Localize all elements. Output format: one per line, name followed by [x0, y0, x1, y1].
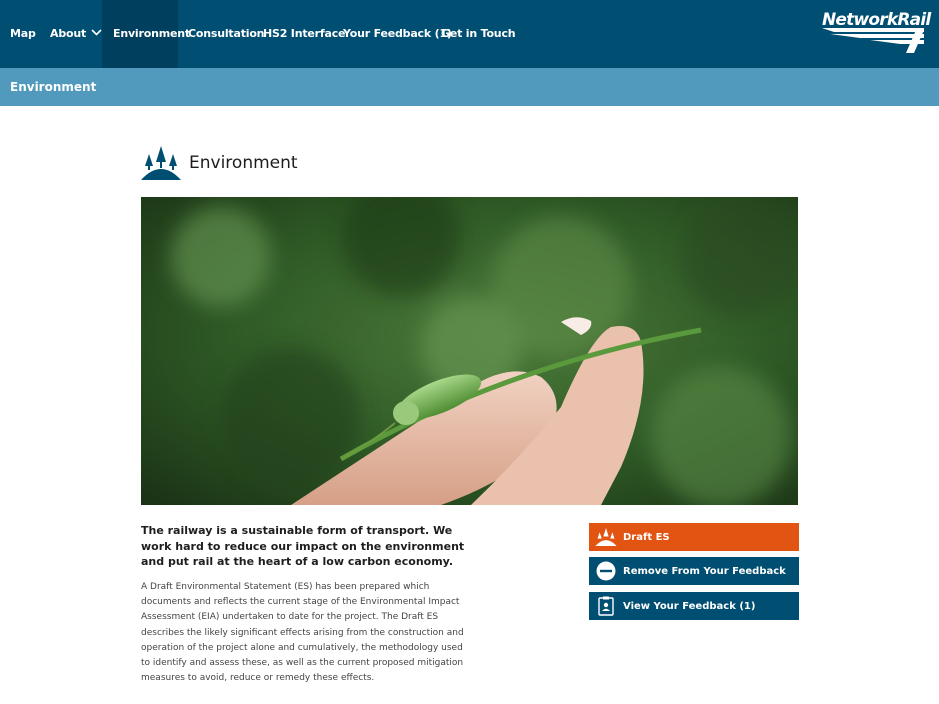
body-paragraph: A Draft Environmental Statement (ES) has…	[141, 582, 464, 684]
nav-item-get-in-touch[interactable]: Get in Touch	[441, 0, 516, 68]
draft-es-label: Draft ES	[623, 531, 670, 543]
trees-icon	[141, 146, 181, 184]
minus-circle-icon	[589, 557, 623, 585]
nav-item-about[interactable]: About	[50, 0, 102, 68]
chevron-down-icon	[91, 0, 102, 67]
top-navigation: Map About Environment Consultation HS2 I…	[0, 0, 939, 68]
view-feedback-label: View Your Feedback (1)	[623, 600, 756, 612]
nav-item-your-feedback[interactable]: Your Feedback (1)	[343, 0, 452, 68]
trees-icon	[589, 523, 623, 551]
view-feedback-button[interactable]: View Your Feedback (1)	[589, 592, 799, 620]
hero-image-caterpillar	[141, 197, 798, 505]
network-rail-logo[interactable]: NetworkRail	[820, 10, 931, 56]
nav-item-consultation[interactable]: Consultation	[188, 0, 265, 68]
section-title: Environment	[10, 80, 97, 94]
section-bar: Environment	[0, 68, 939, 106]
lead-paragraph: The railway is a sustainable form of tra…	[141, 524, 465, 568]
page-title: Environment	[189, 153, 298, 173]
nav-item-hs2-interface[interactable]: HS2 Interface	[263, 0, 345, 68]
draft-es-button[interactable]: Draft ES	[589, 523, 799, 551]
nav-item-environment[interactable]: Environment	[102, 0, 190, 68]
nav-item-map[interactable]: Map	[10, 0, 36, 68]
logo-mark-icon	[822, 28, 924, 53]
nav-item-about-label: About	[50, 27, 87, 40]
remove-from-feedback-button[interactable]: Remove From Your Feedback	[589, 557, 799, 585]
clipboard-icon	[589, 592, 623, 620]
remove-from-feedback-label: Remove From Your Feedback	[623, 565, 786, 577]
